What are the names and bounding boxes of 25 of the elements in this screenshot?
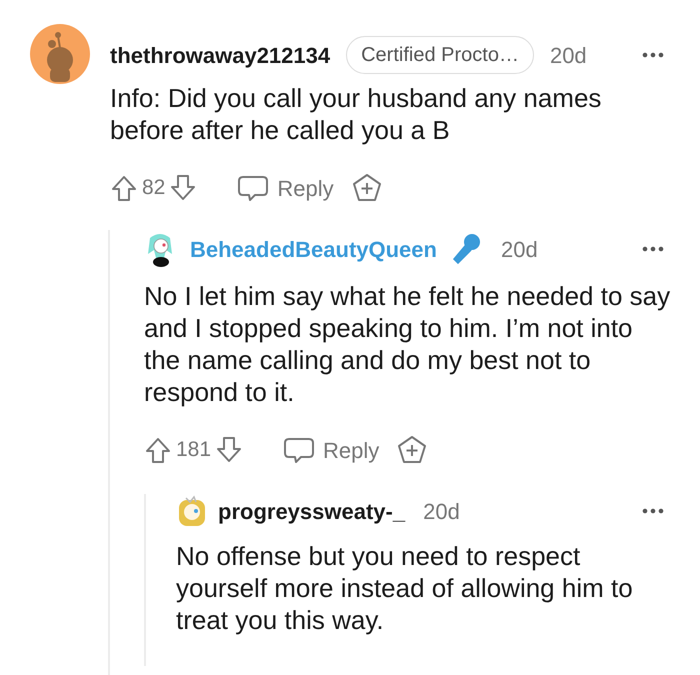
award-icon[interactable] — [397, 435, 428, 465]
vote-count: 82 — [142, 175, 166, 202]
comment-text: Info: Did you call your husband any names before after he called you a B — [110, 82, 602, 146]
upvote-icon[interactable] — [144, 436, 172, 464]
more-options-icon[interactable] — [642, 246, 664, 252]
downvote-icon[interactable] — [169, 174, 198, 202]
timestamp: 20d — [423, 498, 460, 526]
username[interactable]: BeheadedBeautyQueen — [190, 232, 437, 266]
vote-count: 181 — [176, 437, 212, 464]
award-icon[interactable] — [352, 173, 382, 203]
username[interactable]: progreyssweaty-_ — [218, 494, 406, 528]
timestamp: 20d — [500, 236, 538, 264]
comment-text: No offense but you need to respect yourself more instead of allowing him to treat you this way. — [176, 540, 634, 636]
speech-bubble-icon — [237, 174, 270, 202]
reply-button[interactable]: Reply — [283, 434, 380, 466]
upvote-icon[interactable] — [110, 174, 138, 202]
downvote-icon[interactable] — [215, 436, 244, 464]
timestamp: 20d — [550, 42, 587, 70]
username[interactable]: thethrowaway212134 — [110, 38, 330, 72]
reply-button[interactable]: Reply — [237, 172, 334, 204]
more-options-icon[interactable] — [642, 52, 664, 58]
comment-text: No I let him say what he felt he needed to say and I stopped speaking to him. I’m not into the name calling and do my best not to respond to it. — [144, 280, 672, 408]
user-flair: Certified Procto… — [346, 36, 534, 74]
speech-bubble-icon — [283, 436, 316, 464]
more-options-icon[interactable] — [642, 508, 664, 514]
